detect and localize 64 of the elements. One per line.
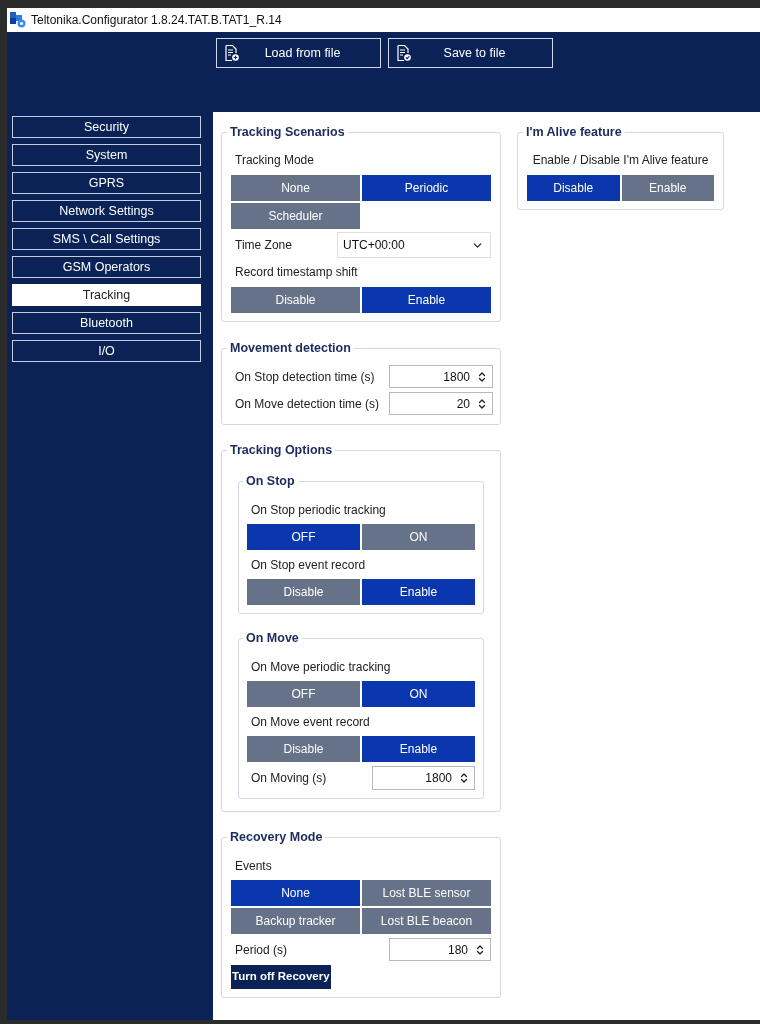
setting-label: On Stop event record (250, 557, 367, 574)
sidebar-item[interactable]: System (12, 144, 201, 166)
time-zone-dropdown[interactable]: UTC+00:00 (337, 232, 491, 258)
sidebar-item[interactable]: Security (12, 116, 201, 138)
option-button[interactable]: None (231, 880, 360, 906)
option-button[interactable]: Enable (362, 579, 475, 605)
option-button[interactable]: Disable (527, 175, 620, 201)
option-button[interactable]: Lost BLE sensor (362, 880, 491, 906)
option-button[interactable]: Disable (247, 736, 360, 762)
group-title: Tracking Scenarios (229, 124, 346, 140)
sidebar-item[interactable]: Network Settings (12, 200, 201, 222)
group-title: On Stop (245, 473, 296, 489)
option-button[interactable]: Lost BLE beacon (362, 908, 491, 934)
option-button[interactable]: Periodic (362, 175, 491, 201)
option-button[interactable]: OFF (247, 681, 360, 707)
option-button[interactable]: None (231, 175, 360, 201)
setting-label: On Move detection time (s) (234, 395, 380, 413)
turn-off-recovery-button[interactable]: Turn off Recovery (231, 965, 331, 989)
load-file-button[interactable]: Load from file (216, 38, 381, 68)
up-down-arrows-icon[interactable] (476, 397, 488, 410)
group-title: On Move (245, 630, 300, 646)
option-button[interactable]: Disable (231, 287, 360, 313)
save-file-button[interactable]: Save to file (388, 38, 553, 68)
option-button[interactable]: Backup tracker (231, 908, 360, 934)
sidebar-item[interactable]: GPRS (12, 172, 201, 194)
sidebar-item[interactable]: GSM Operators (12, 256, 201, 278)
setting-label: Events (234, 858, 273, 875)
setting-label: Period (s) (234, 941, 287, 959)
window-title: Teltonika.Configurator 1.8.24.TAT.B.TAT1_R.14 (31, 12, 282, 29)
group-title: I'm Alive feature (525, 124, 623, 140)
option-button[interactable]: Enable (362, 287, 491, 313)
number-spin-field[interactable]: 180 (389, 938, 491, 961)
setting-label: On Move periodic tracking (250, 659, 392, 676)
document-check-icon (397, 45, 411, 61)
setting-label: Time Zone (234, 237, 292, 254)
option-button[interactable]: Enable (621, 175, 714, 201)
sidebar-item[interactable]: Tracking (12, 284, 201, 306)
app-logo-icon (10, 12, 26, 28)
group-title: Movement detection (229, 340, 352, 356)
setting-label: On Stop periodic tracking (250, 502, 387, 519)
up-down-arrows-icon[interactable] (458, 772, 470, 784)
option-button[interactable]: ON (362, 681, 475, 707)
setting-label: Enable / Disable I'm Alive feature (531, 152, 710, 169)
option-button[interactable]: ON (362, 524, 475, 550)
sidebar-item[interactable]: Bluetooth (12, 312, 201, 334)
group-title: Tracking Options (229, 442, 334, 458)
sidebar-item[interactable]: SMS \ Call Settings (12, 228, 201, 250)
group-title: Recovery Mode (229, 829, 324, 845)
option-button[interactable]: Scheduler (231, 203, 360, 229)
setting-label: On Move event record (250, 714, 371, 731)
option-button[interactable]: Enable (362, 736, 475, 762)
setting-label: On Moving (s) (250, 770, 327, 787)
setting-label: Record timestamp shift (234, 264, 359, 281)
setting-label: On Stop detection time (s) (234, 368, 375, 386)
up-down-arrows-icon[interactable] (474, 943, 486, 956)
document-plus-icon (225, 45, 239, 61)
sidebar-item[interactable]: I/O (12, 340, 201, 362)
option-button[interactable]: Disable (247, 579, 360, 605)
number-spin-field[interactable]: 1800 (389, 365, 493, 388)
number-spin-field[interactable]: 1800 (372, 766, 475, 790)
number-spin-field[interactable]: 20 (389, 392, 493, 415)
option-button[interactable]: OFF (247, 524, 360, 550)
setting-label: Tracking Mode (234, 152, 315, 169)
up-down-arrows-icon[interactable] (476, 370, 488, 383)
